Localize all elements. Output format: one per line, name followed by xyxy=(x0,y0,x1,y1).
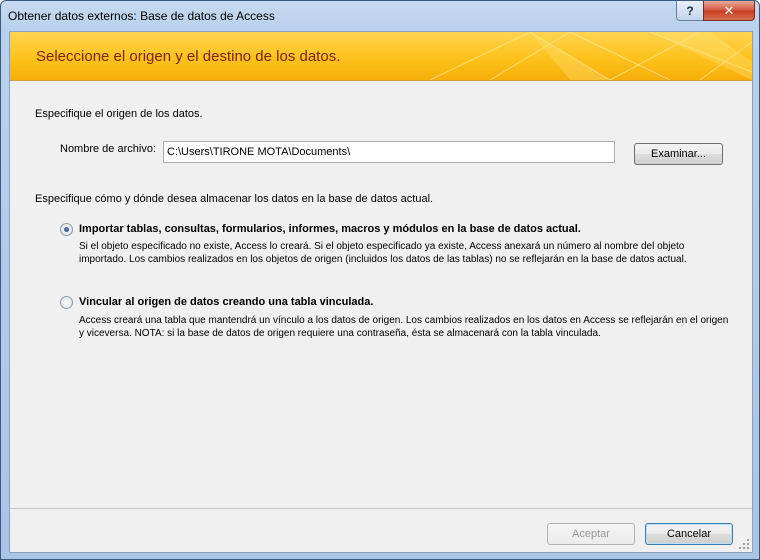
import-option-description: Si el objeto especificado no existe, Acc… xyxy=(79,241,687,265)
browse-button[interactable]: Examinar... xyxy=(634,143,723,165)
source-label: Especifique el origen de los datos. xyxy=(35,108,203,120)
help-button[interactable]: ? xyxy=(676,1,704,21)
import-option-title[interactable]: Importar tablas, consultas, formularios,… xyxy=(79,223,581,235)
link-option-title[interactable]: Vincular al origen de datos creando una … xyxy=(79,296,373,308)
banner-divider xyxy=(10,80,752,81)
close-button[interactable]: ✕ xyxy=(703,1,755,21)
help-icon: ? xyxy=(686,3,694,18)
link-option-description: Access creará una tabla que mantendrá un… xyxy=(79,315,729,339)
close-icon: ✕ xyxy=(723,2,735,18)
header-banner: Seleccione el origen y el destino de los… xyxy=(10,32,752,80)
accept-button[interactable]: Aceptar xyxy=(547,523,635,545)
import-radio[interactable] xyxy=(60,223,73,236)
footer-divider xyxy=(10,508,752,509)
title-bar[interactable]: Obtener datos externos: Base de datos de… xyxy=(1,1,759,29)
dialog-window: Obtener datos externos: Base de datos de… xyxy=(0,0,760,560)
file-name-input[interactable] xyxy=(163,141,615,163)
storage-label: Especifique cómo y dónde desea almacenar… xyxy=(35,193,434,205)
window-title: Obtener datos externos: Base de datos de… xyxy=(8,9,275,23)
link-radio[interactable] xyxy=(60,296,73,309)
resize-grip-icon[interactable] xyxy=(738,538,750,550)
dialog-body: Seleccione el origen y el destino de los… xyxy=(9,31,753,553)
file-name-label: Nombre de archivo: xyxy=(60,143,156,155)
cancel-button[interactable]: Cancelar xyxy=(645,523,733,545)
banner-title: Seleccione el origen y el destino de los… xyxy=(36,48,341,65)
